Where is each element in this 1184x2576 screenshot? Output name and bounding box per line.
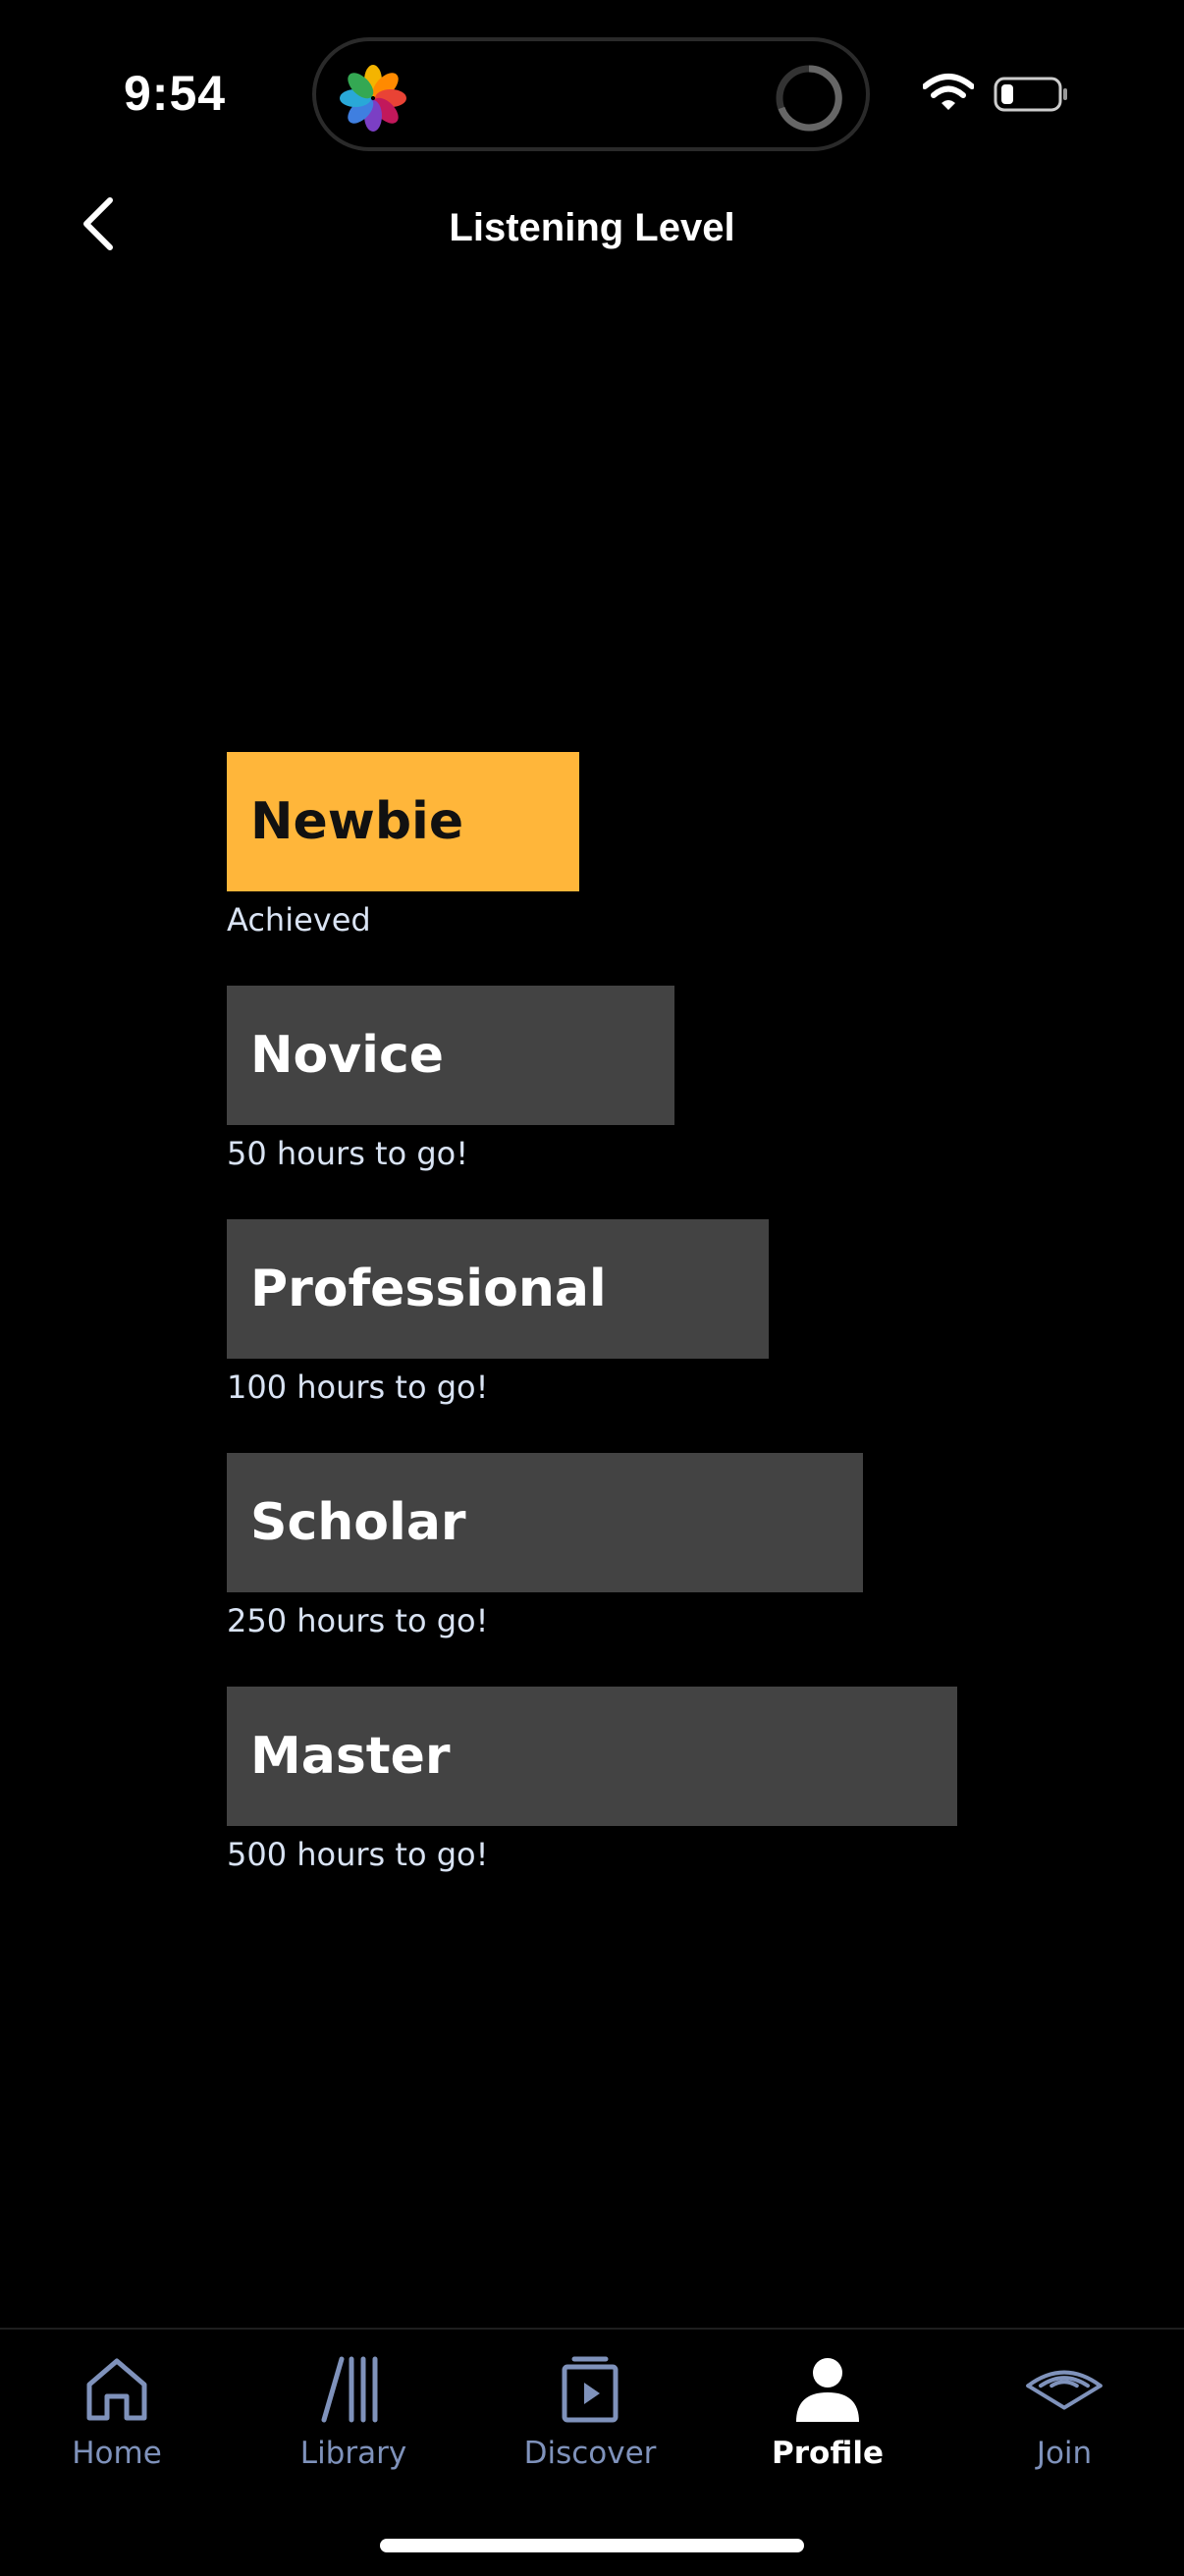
level-name: Professional: [250, 1260, 607, 1318]
level-status: 250 hours to go!: [227, 1602, 489, 1639]
wifi-icon: [923, 74, 974, 110]
level-name: Novice: [250, 1026, 445, 1085]
level-name: Master: [250, 1727, 451, 1786]
page-title: Listening Level: [449, 206, 735, 249]
level-name: Newbie: [250, 792, 464, 851]
level-name: Scholar: [250, 1493, 466, 1552]
tab-label: Join: [1036, 2436, 1093, 2471]
join-icon: [1026, 2370, 1103, 2410]
level-scholar: Scholar 250 hours to go!: [227, 1453, 863, 1639]
level-status: 500 hours to go!: [227, 1836, 489, 1873]
level-master: Master 500 hours to go!: [227, 1687, 957, 1873]
level-bar: Professional: [227, 1219, 769, 1359]
level-bar: Master: [227, 1687, 957, 1826]
level-status: Achieved: [227, 901, 371, 939]
level-professional: Professional 100 hours to go!: [227, 1219, 769, 1406]
tab-label: Discover: [523, 2436, 657, 2471]
status-time: 9:54: [124, 66, 227, 121]
home-icon: [86, 2358, 147, 2421]
level-bar: Novice: [227, 986, 674, 1125]
photos-icon: [340, 65, 406, 132]
level-status: 100 hours to go!: [227, 1368, 489, 1406]
tab-discover[interactable]: Discover: [492, 2351, 688, 2471]
home-indicator: [380, 2539, 804, 2552]
tab-library[interactable]: Library: [255, 2351, 452, 2471]
tab-label: Profile: [772, 2436, 884, 2471]
tab-label: Home: [72, 2436, 162, 2471]
level-status: 50 hours to go!: [227, 1135, 469, 1172]
profile-icon: [796, 2358, 859, 2422]
battery-icon: [994, 77, 1067, 112]
activity-spinner-icon: [776, 65, 842, 132]
level-newbie: Newbie Achieved: [227, 752, 579, 939]
dynamic-island: [312, 37, 870, 151]
tab-join[interactable]: Join: [966, 2351, 1162, 2471]
level-novice: Novice 50 hours to go!: [227, 986, 674, 1172]
library-icon: [321, 2356, 378, 2423]
tab-profile[interactable]: Profile: [729, 2351, 926, 2471]
discover-icon: [562, 2356, 619, 2423]
level-bar: Scholar: [227, 1453, 863, 1592]
level-bar: Newbie: [227, 752, 579, 891]
tab-label: Library: [299, 2436, 407, 2471]
tab-home[interactable]: Home: [19, 2351, 215, 2471]
